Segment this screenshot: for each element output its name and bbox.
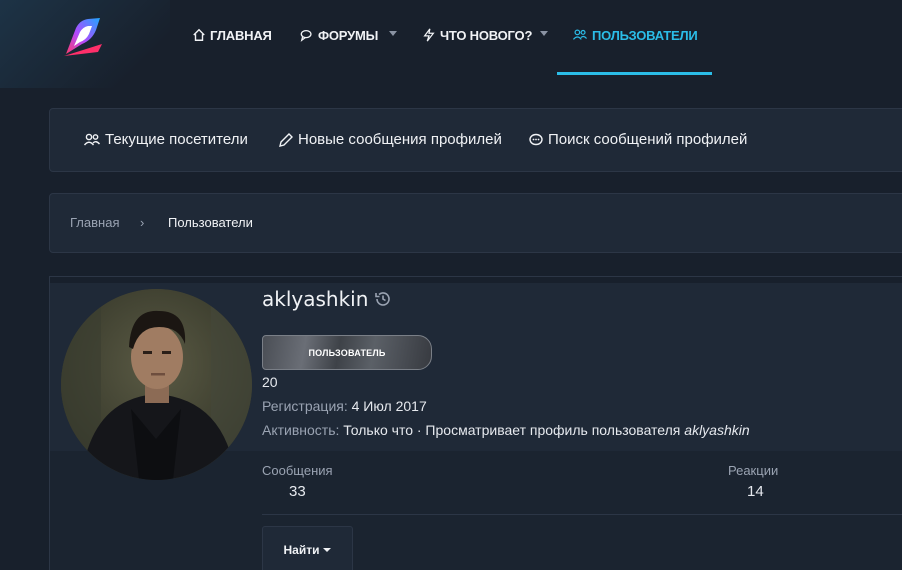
username-text: aklyashkin (262, 287, 369, 311)
user-role-banner-text: ПОЛЬЗОВАТЕЛЬ (308, 347, 386, 358)
breadcrumb-home[interactable]: Главная (70, 215, 119, 230)
nav-home[interactable]: ГЛАВНАЯ (192, 25, 272, 45)
profile-divider (262, 514, 902, 515)
logo-icon (64, 18, 102, 56)
history-icon[interactable] (374, 290, 392, 308)
reactions-count[interactable]: 14 (747, 483, 764, 500)
member-profile-card: aklyashkin ПОЛЬЗОВАТЕЛЬ 20 Регистрация: … (49, 276, 902, 570)
subnav-search-profile-posts[interactable]: Поиск сообщений профилей (528, 131, 747, 148)
profile-top-strip (50, 277, 902, 283)
nav-users-label: ПОЛЬЗОВАТЕЛИ (592, 27, 698, 43)
subnav-search-profile-posts-label: Поиск сообщений профилей (548, 131, 748, 148)
nav-home-label: ГЛАВНАЯ (210, 27, 272, 43)
activity-label: Активность: (262, 422, 340, 438)
nav-active-indicator (557, 72, 712, 75)
avatar-image (61, 289, 252, 480)
nav-whats-new[interactable]: ЧТО НОВОГО? (422, 25, 532, 45)
chevron-down-icon (323, 548, 332, 552)
profile-activity: Активность: Только что · Просматривает п… (262, 422, 750, 438)
registration-date: 4 Июл 2017 (351, 398, 427, 414)
home-icon (193, 28, 205, 41)
messages-label: Сообщения (262, 463, 333, 478)
breadcrumb-current: Пользователи (168, 215, 253, 230)
activity-user[interactable]: aklyashkin (684, 422, 749, 438)
profile-registration: Регистрация: 4 Июл 2017 (262, 398, 427, 414)
registration-label: Регистрация: (262, 398, 348, 414)
breadcrumb: Главная › Пользователи (49, 193, 902, 253)
sub-navigation: Текущие посетители Новые сообщения профи… (49, 108, 902, 172)
users-icon (83, 133, 101, 145)
profile-username: aklyashkin (262, 287, 392, 311)
comment-dots-icon (529, 133, 543, 145)
avatar[interactable] (61, 289, 252, 480)
bolt-icon (423, 28, 435, 42)
subnav-current-visitors-label: Текущие посетители (105, 131, 248, 148)
reactions-label: Реакции (728, 463, 779, 478)
subnav-new-profile-posts[interactable]: Новые сообщения профилей (278, 131, 502, 148)
whats-new-dropdown-caret[interactable] (540, 31, 548, 36)
find-button-label: Найти (283, 543, 320, 557)
messages-count[interactable]: 33 (289, 483, 306, 500)
subnav-current-visitors[interactable]: Текущие посетители (83, 131, 248, 148)
subnav-new-profile-posts-label: Новые сообщения профилей (298, 131, 502, 148)
site-logo[interactable] (62, 16, 104, 58)
profile-age: 20 (262, 374, 278, 390)
forums-dropdown-caret[interactable] (389, 31, 397, 36)
top-navigation: ГЛАВНАЯ ФОРУМЫ ЧТО НОВОГО? ПОЛЬЗОВАТЕЛИ (0, 0, 902, 76)
breadcrumb-separator: › (140, 215, 145, 230)
user-role-banner: ПОЛЬЗОВАТЕЛЬ (262, 335, 432, 370)
users-icon (572, 29, 588, 40)
nav-forums-label: ФОРУМЫ (318, 27, 379, 43)
activity-status: Только что · Просматривает профиль польз… (343, 422, 681, 438)
nav-users[interactable]: ПОЛЬЗОВАТЕЛИ (572, 25, 698, 45)
nav-forums[interactable]: ФОРУМЫ (300, 25, 378, 45)
comments-icon (300, 29, 312, 42)
find-button[interactable]: Найти (262, 526, 353, 570)
nav-whats-new-label: ЧТО НОВОГО? (440, 27, 533, 43)
pencil-icon (279, 132, 293, 147)
